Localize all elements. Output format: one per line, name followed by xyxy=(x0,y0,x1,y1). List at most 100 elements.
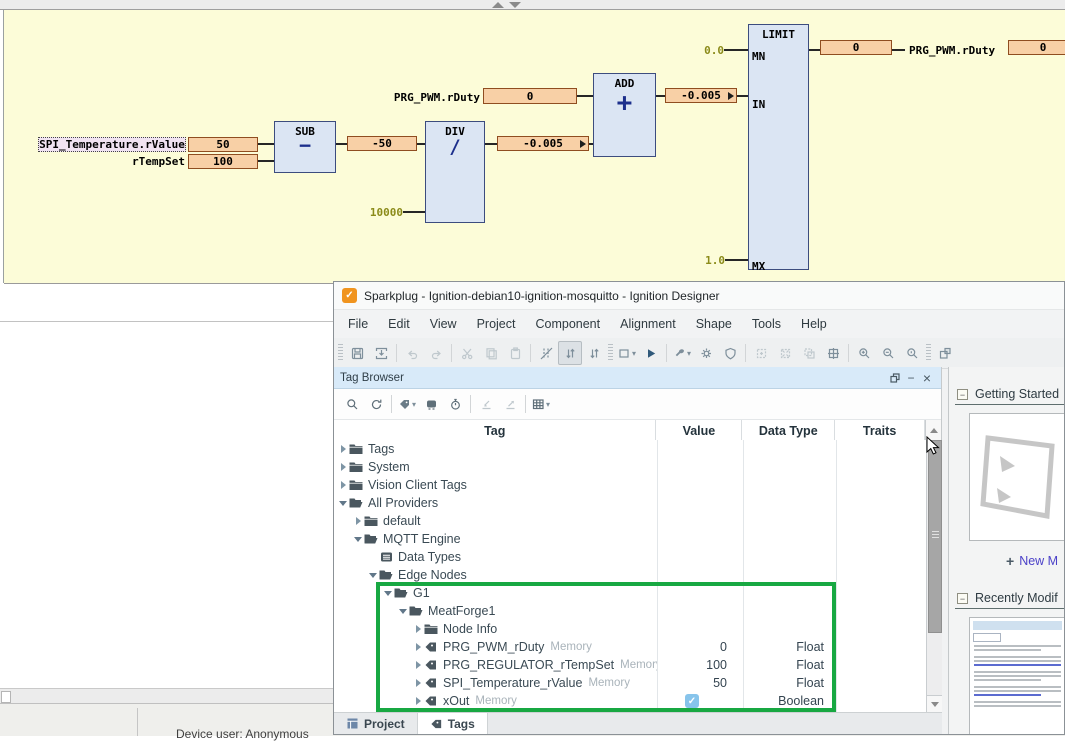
menu-file[interactable]: File xyxy=(338,310,378,338)
fbd-value-rtempset[interactable]: 100 xyxy=(188,154,258,169)
align-size-button[interactable] xyxy=(749,341,773,365)
shape-select-button[interactable]: ▾ xyxy=(615,341,639,365)
tree-row-mqtt-engine[interactable]: MQTT Engine xyxy=(334,530,942,548)
menu-project[interactable]: Project xyxy=(467,310,526,338)
menu-alignment[interactable]: Alignment xyxy=(610,310,686,338)
menu-help[interactable]: Help xyxy=(791,310,837,338)
expander-closed-icon[interactable] xyxy=(413,656,423,674)
expander-open-icon[interactable] xyxy=(368,566,378,584)
expander-open-icon[interactable] xyxy=(338,494,348,512)
refresh-icon[interactable] xyxy=(364,392,388,416)
fbd-value-pwm-out[interactable]: 0 xyxy=(1008,40,1065,55)
float-panel-button[interactable] xyxy=(887,370,903,386)
zoom-actual-button[interactable] xyxy=(900,341,924,365)
recently-modified-header[interactable]: − Recently Modif xyxy=(949,591,1065,605)
expander-open-icon[interactable] xyxy=(383,584,393,602)
expander-closed-icon[interactable] xyxy=(413,674,423,692)
tree-row-prg-regulator-rtempset[interactable]: PRG_REGULATOR_rTempSetMemory100Float xyxy=(334,656,942,674)
menu-component[interactable]: Component xyxy=(525,310,610,338)
splitter-collapse-down-icon[interactable] xyxy=(509,2,521,8)
fbd-var-rtempset[interactable]: rTempSet xyxy=(84,155,185,168)
import-tags-button[interactable] xyxy=(474,392,498,416)
collapse-icon[interactable]: − xyxy=(957,389,968,400)
expander-open-icon[interactable] xyxy=(398,602,408,620)
tree-row-tags[interactable]: Tags xyxy=(334,440,942,458)
undo-button[interactable] xyxy=(400,341,424,365)
tree-row-system[interactable]: System xyxy=(334,458,942,476)
tree-row-all-providers[interactable]: All Providers xyxy=(334,494,942,512)
vertical-scrollbar[interactable] xyxy=(926,440,942,712)
fbd-value-spi[interactable]: 50 xyxy=(188,137,258,152)
tag-browser-header[interactable]: Tag Browser − × xyxy=(334,367,941,389)
new-tag-button[interactable]: ▾ xyxy=(395,392,419,416)
toolbar-grip[interactable] xyxy=(926,344,931,362)
splitter-collapse-up-icon[interactable] xyxy=(492,2,504,8)
align-anchor-button[interactable] xyxy=(821,341,845,365)
menu-tools[interactable]: Tools xyxy=(742,310,791,338)
component-customizer-button[interactable] xyxy=(694,341,718,365)
column-header-datatype[interactable]: Data Type xyxy=(742,420,835,441)
copy-button[interactable] xyxy=(479,341,503,365)
tab-tags[interactable]: Tags xyxy=(417,713,488,734)
tab-project[interactable]: Project xyxy=(334,713,417,734)
tree-row-xout[interactable]: xOutMemory✓Boolean xyxy=(334,692,942,710)
toolbar-grip[interactable] xyxy=(608,344,613,362)
window-title-bar[interactable]: ✓ Sparkplug - Ignition-debian10-ignition… xyxy=(334,282,1064,310)
save-button[interactable] xyxy=(345,341,369,365)
toolbar-grip[interactable] xyxy=(338,344,343,362)
udt-button[interactable] xyxy=(419,392,443,416)
toggle-guides-button[interactable] xyxy=(534,341,558,365)
timer-button[interactable] xyxy=(443,392,467,416)
expander-closed-icon[interactable] xyxy=(338,440,348,458)
export-tags-button[interactable] xyxy=(498,392,522,416)
tree-row-g1[interactable]: G1 xyxy=(334,584,942,602)
expander-closed-icon[interactable] xyxy=(338,476,348,494)
boolean-checkbox[interactable]: ✓ xyxy=(685,694,699,708)
new-main-window-link[interactable]: + New M xyxy=(1006,553,1065,569)
menu-view[interactable]: View xyxy=(420,310,467,338)
tree-row-data-types[interactable]: Data Types xyxy=(334,548,942,566)
fbd-var-pwm-out[interactable]: PRG_PWM.rDuty xyxy=(909,44,1009,57)
zoom-in-button[interactable] xyxy=(852,341,876,365)
tree-row-default[interactable]: default xyxy=(334,512,942,530)
cut-button[interactable] xyxy=(455,341,479,365)
fbd-canvas[interactable]: SPI_Temperature.rValue 50 rTempSet 100 S… xyxy=(4,10,1065,284)
redo-button[interactable] xyxy=(424,341,448,365)
fbd-value-sub-out[interactable]: -50 xyxy=(347,136,417,151)
save-all-button[interactable] xyxy=(369,341,393,365)
fbd-var-spi-temperature[interactable]: SPI_Temperature.rValue xyxy=(38,137,186,152)
fbd-value-pwm-top[interactable]: 0 xyxy=(483,88,577,104)
fbd-block-add[interactable]: ADD + xyxy=(593,73,656,157)
menu-shape[interactable]: Shape xyxy=(686,310,742,338)
zoom-out-button[interactable] xyxy=(876,341,900,365)
align-stack-button[interactable] xyxy=(797,341,821,365)
tree-row-edge-nodes[interactable]: Edge Nodes xyxy=(334,566,942,584)
fbd-block-div[interactable]: DIV / xyxy=(425,121,485,223)
fbd-const-mn[interactable]: 0.0 xyxy=(676,44,724,57)
swap-vertical-button[interactable] xyxy=(558,341,582,365)
tree-row-prg-pwm-rduty[interactable]: PRG_PWM_rDutyMemory0Float xyxy=(334,638,942,656)
expander-closed-icon[interactable] xyxy=(338,458,348,476)
expander-closed-icon[interactable] xyxy=(353,512,363,530)
fbd-value-add-out[interactable]: -0.005 xyxy=(665,88,737,103)
fbd-block-limit[interactable]: LIMIT MN IN MX xyxy=(748,24,809,270)
fbd-value-div-out[interactable]: -0.005 xyxy=(497,136,589,151)
paste-button[interactable] xyxy=(503,341,527,365)
expander-open-icon[interactable] xyxy=(353,530,363,548)
security-shield-button[interactable] xyxy=(718,341,742,365)
minimize-panel-button[interactable]: − xyxy=(903,370,919,386)
close-panel-button[interactable]: × xyxy=(919,370,935,386)
expander-closed-icon[interactable] xyxy=(413,638,423,656)
column-config-button[interactable]: ▾ xyxy=(529,392,553,416)
column-header-value[interactable]: Value xyxy=(656,420,742,441)
expander-closed-icon[interactable] xyxy=(413,692,423,710)
tree-row-spi-temperature-rvalue[interactable]: SPI_Temperature_rValueMemory50Float xyxy=(334,674,942,692)
getting-started-header[interactable]: − Getting Started xyxy=(949,387,1065,401)
wrench-button[interactable]: ▾ xyxy=(670,341,694,365)
scroll-down-button[interactable] xyxy=(927,695,942,712)
scrollbar-thumb[interactable] xyxy=(1,691,11,703)
fbd-const-10000[interactable]: 10000 xyxy=(343,206,403,219)
scrollbar-thumb[interactable] xyxy=(928,440,942,633)
fbd-var-pwm-top[interactable]: PRG_PWM.rDuty xyxy=(390,91,480,104)
tree-row-meatforge1[interactable]: MeatForge1 xyxy=(334,602,942,620)
